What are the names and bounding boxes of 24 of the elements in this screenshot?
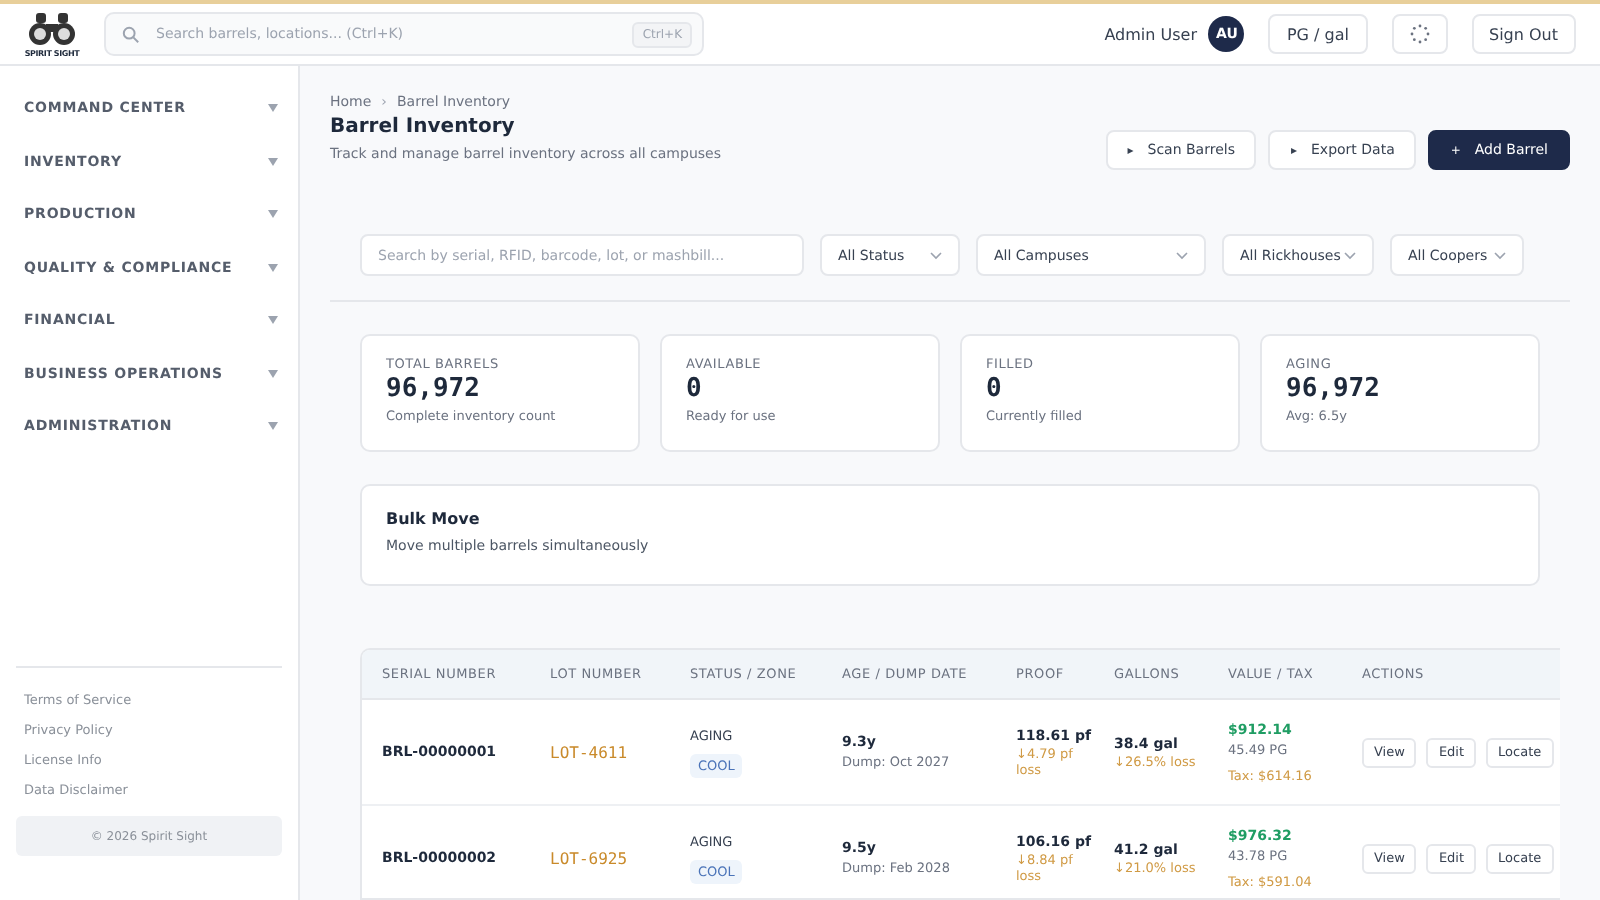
- spinner-icon: [1409, 24, 1429, 44]
- chevron-icon: [1344, 251, 1356, 259]
- card-title: Bulk Move: [386, 510, 482, 528]
- user-name: Admin User: [1104, 25, 1197, 43]
- stat-value: 96,972: [1286, 374, 1382, 404]
- page-title: Barrel Inventory: [330, 116, 517, 138]
- stat-value: 96,972: [386, 374, 482, 404]
- caret-icon: [268, 210, 278, 219]
- chevron-icon: [1494, 251, 1506, 259]
- binoculars-icon: [28, 11, 76, 47]
- unit-button[interactable]: PG / gal: [1268, 14, 1367, 54]
- caret-icon: [268, 104, 278, 113]
- caret-icon: [268, 422, 278, 431]
- sign-out-button[interactable]: Sign Out: [1471, 14, 1576, 54]
- caret-icon: [268, 316, 278, 325]
- chevron-icon: [1176, 251, 1188, 259]
- caret-icon: [268, 263, 278, 272]
- stat-value: 0: [686, 374, 704, 404]
- stat-value: 0: [986, 374, 1004, 404]
- search-icon: [122, 25, 140, 43]
- caret-icon: [268, 157, 278, 166]
- chevron-icon: [930, 251, 942, 259]
- theme-button[interactable]: [1391, 14, 1447, 54]
- caret-icon: [268, 369, 278, 378]
